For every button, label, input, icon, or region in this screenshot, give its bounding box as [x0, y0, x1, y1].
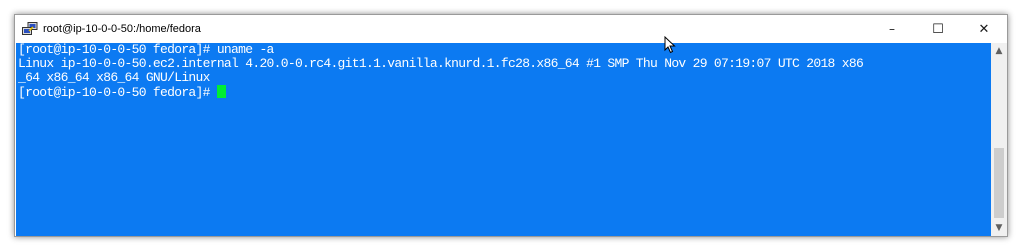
close-icon: ✕ [978, 21, 990, 37]
maximize-button[interactable]: ☐ [915, 15, 961, 43]
scroll-thumb[interactable] [994, 148, 1004, 218]
terminal-screen[interactable]: [root@ip-10-0-0-50 fedora]# uname -a Lin… [16, 43, 991, 236]
mouse-pointer-icon [664, 36, 676, 54]
vertical-scrollbar[interactable]: ▲ ▼ [991, 43, 1007, 236]
maximize-icon: ☐ [932, 21, 944, 37]
text-cursor [216, 85, 226, 98]
terminal-line: Linux ip-10-0-0-50.ec2.internal 4.20.0-0… [18, 56, 864, 71]
close-button[interactable]: ✕ [961, 15, 1007, 43]
scroll-up-arrow[interactable]: ▲ [991, 43, 1007, 59]
terminal-line: [root@ip-10-0-0-50 fedora]# uname -a [18, 43, 274, 57]
title-bar[interactable]: root@ip-10-0-0-50:/home/fedora – ☐ ✕ [15, 15, 1007, 43]
shell-prompt: [root@ip-10-0-0-50 fedora]# [18, 85, 217, 100]
chevron-up-icon: ▲ [995, 46, 1003, 56]
putty-icon[interactable] [22, 22, 38, 36]
minimize-icon: – [889, 22, 895, 36]
window-title: root@ip-10-0-0-50:/home/fedora [43, 23, 201, 35]
minimize-button[interactable]: – [869, 15, 915, 43]
terminal-window: root@ip-10-0-0-50:/home/fedora – ☐ ✕ [ro… [14, 14, 1008, 237]
scroll-down-arrow[interactable]: ▼ [991, 220, 1007, 236]
terminal-prompt-line: [root@ip-10-0-0-50 fedora]# [16, 85, 991, 100]
terminal-line: _64 x86_64 x86_64 GNU/Linux [18, 70, 210, 85]
chevron-down-icon: ▼ [995, 223, 1003, 233]
